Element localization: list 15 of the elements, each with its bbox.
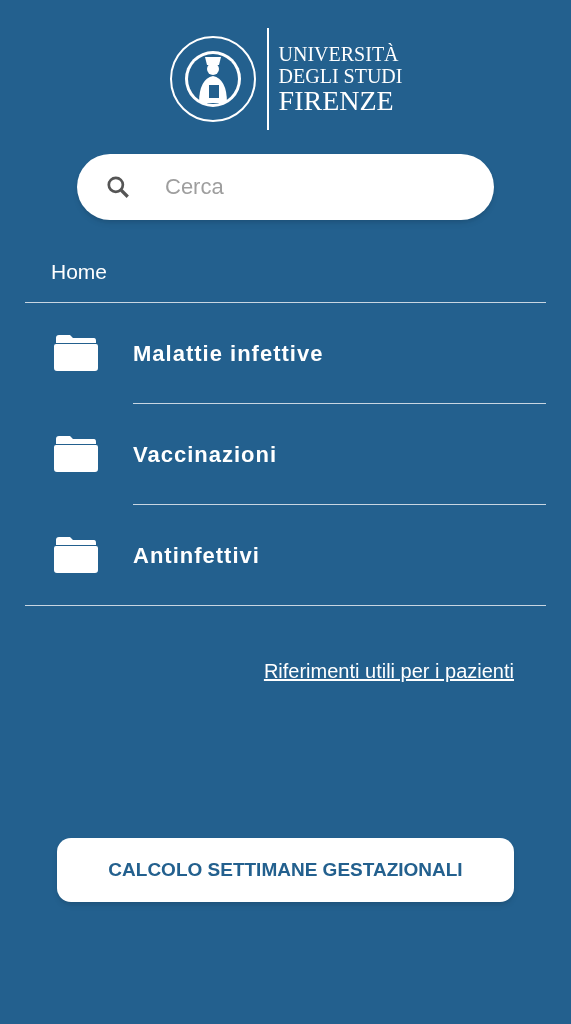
logo-text: FIRENZE [278,87,395,115]
patient-references-link[interactable]: Riferimenti utili per i pazienti [263,656,514,686]
logo-text: UNIVERSITÀ [278,43,400,65]
logo-text: DEGLI STUDI [278,65,403,87]
folder-item[interactable]: Antinfettivi [25,505,546,605]
seal-logo-icon [168,35,257,123]
search-icon [105,174,131,200]
folder-icon [54,536,98,574]
gestational-weeks-button[interactable]: CALCOLO SETTIMANE GESTAZIONALI [57,838,514,902]
folder-item[interactable]: Malattie infettive [25,303,546,403]
folder-icon [54,435,98,473]
folder-item[interactable]: Vaccinazioni [25,404,546,504]
folder-icon [54,334,98,372]
breadcrumb[interactable]: Home [51,260,108,283]
search-field[interactable]: Cerca [77,154,494,220]
